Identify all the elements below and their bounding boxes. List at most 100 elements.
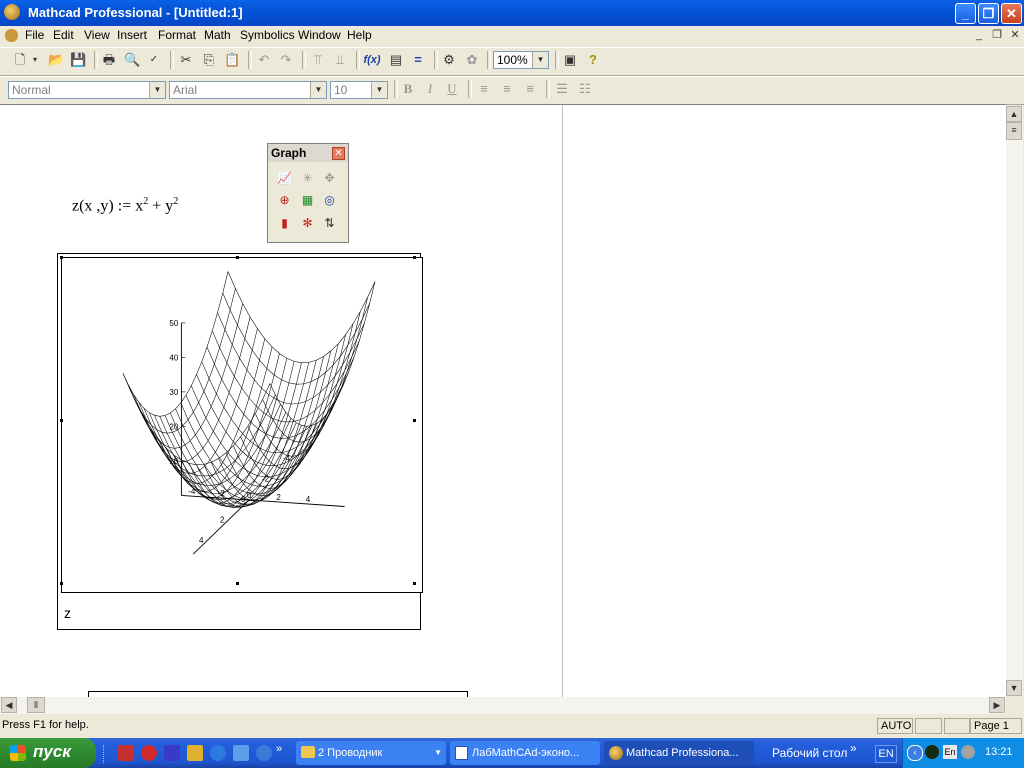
font-size-select[interactable]: 10 ▼ <box>330 81 388 99</box>
help-icon[interactable]: ? <box>585 52 601 68</box>
polar-surface-icon[interactable]: ⊕ <box>275 191 294 210</box>
start-button[interactable]: пуск <box>0 738 96 768</box>
keyboard-layout-icon[interactable]: En <box>943 745 957 759</box>
menu-edit[interactable]: Edit <box>53 28 74 42</box>
open-folder-icon[interactable]: 📂 <box>48 52 64 68</box>
surface-plot-icon[interactable]: ▦ <box>298 191 317 210</box>
resize-handle[interactable] <box>60 256 63 259</box>
edit-tool-icon[interactable] <box>187 745 203 761</box>
style-select[interactable]: Normal ▼ <box>8 81 166 99</box>
scatter-3d-icon[interactable]: ✻ <box>298 214 317 233</box>
font-dropdown-icon[interactable]: ▼ <box>310 82 326 98</box>
menu-window[interactable]: Window <box>298 28 341 42</box>
vertical-scroll-thumb[interactable]: ≡ <box>1006 122 1022 140</box>
acrobat-icon[interactable] <box>141 745 157 761</box>
clock[interactable]: 13:21 <box>985 746 1013 758</box>
language-indicator[interactable]: EN <box>875 745 897 763</box>
desktop-toolbar-label[interactable]: Рабочий стол <box>772 746 847 760</box>
resize-handle[interactable] <box>413 419 416 422</box>
zoom-plot-icon[interactable]: ✥ <box>320 169 339 188</box>
scroll-right-icon[interactable]: ▶ <box>989 697 1005 713</box>
task-word-document[interactable]: ЛабMathCAd-эконо... <box>450 741 600 765</box>
task-explorer[interactable]: 2 Проводник ▼ <box>296 741 446 765</box>
search-icon[interactable] <box>256 745 272 761</box>
doc-restore-button[interactable]: ❐ <box>990 29 1004 41</box>
align-down-icon[interactable]: ⫫ <box>332 52 348 68</box>
print-icon[interactable]: 🖶 <box>101 52 117 68</box>
minimize-button[interactable]: _ <box>955 3 976 24</box>
insert-function-button[interactable]: f(x) <box>362 52 382 68</box>
insert-unit-icon[interactable]: ▤ <box>388 52 404 68</box>
bold-button[interactable]: B <box>400 81 416 97</box>
calculate-icon[interactable]: = <box>410 52 426 68</box>
task-mathcad[interactable]: Mathcad Professiona... <box>604 741 754 765</box>
contour-plot-icon[interactable]: ◎ <box>320 191 339 210</box>
resize-handle[interactable] <box>60 419 63 422</box>
menu-view[interactable]: View <box>84 28 110 42</box>
undo-icon[interactable]: ↶ <box>256 52 272 68</box>
numbering-icon[interactable]: ☷ <box>577 81 593 97</box>
plot-function-label[interactable]: z <box>64 605 71 621</box>
doc-control-icon[interactable] <box>5 29 18 42</box>
vertical-scrollbar[interactable]: ▲ ≡ ▼ <box>1006 106 1023 696</box>
surface-plot-region[interactable]: 50 40 30 20 10 4 2 0 -2 -4 -4 -2 0 2 4 <box>57 253 423 630</box>
scroll-down-icon[interactable]: ▼ <box>1006 680 1022 696</box>
polar-plot-icon[interactable]: ✳ <box>298 169 317 188</box>
antivirus-bug-icon[interactable] <box>925 745 939 759</box>
resize-handle[interactable] <box>236 582 239 585</box>
mathcad-app-icon[interactable] <box>4 4 20 20</box>
align-right-icon[interactable]: ≡ <box>522 81 538 97</box>
print-preview-icon[interactable]: 🔍 <box>124 52 140 68</box>
task-group-chevron-icon[interactable]: ▼ <box>434 741 442 765</box>
align-center-icon[interactable]: ≡ <box>499 81 515 97</box>
align-left-icon[interactable]: ≡ <box>476 81 492 97</box>
graph-palette[interactable]: Graph ✕ 📈 ✳ ✥ ⊕ ▦ ◎ ▮ ✻ ⇅ <box>267 143 349 243</box>
resize-handle[interactable] <box>236 256 239 259</box>
new-document-icon[interactable]: 🗋 <box>12 52 28 68</box>
copy-icon[interactable]: ⎘ <box>201 52 217 68</box>
restore-button[interactable]: ❐ <box>978 3 999 24</box>
desktop-more-chevron-icon[interactable]: » <box>850 741 857 755</box>
menu-file[interactable]: File <box>25 28 44 42</box>
scroll-up-icon[interactable]: ▲ <box>1006 106 1022 122</box>
align-across-icon[interactable]: ⫪ <box>310 52 326 68</box>
resize-handle[interactable] <box>413 256 416 259</box>
style-dropdown-icon[interactable]: ▼ <box>149 82 165 98</box>
resize-handle[interactable] <box>413 582 416 585</box>
quicklaunch-more-chevron-icon[interactable]: » <box>276 743 282 755</box>
zoom-select[interactable]: 100% ▼ <box>493 51 549 69</box>
menu-help[interactable]: Help <box>347 28 372 42</box>
resize-handle[interactable] <box>60 582 63 585</box>
volume-icon[interactable] <box>961 745 975 759</box>
menu-insert[interactable]: Insert <box>117 28 147 42</box>
menu-format[interactable]: Format <box>158 28 196 42</box>
bar-3d-icon[interactable]: ▮ <box>275 214 294 233</box>
media-player-icon[interactable] <box>118 745 134 761</box>
doc-minimize-button[interactable]: _ <box>972 29 986 41</box>
menu-symbolics[interactable]: Symbolics <box>240 28 295 42</box>
vector-field-icon[interactable]: ⇅ <box>320 214 339 233</box>
horizontal-scrollbar[interactable]: ◀ ⦀ ▶ <box>0 697 1006 714</box>
tray-expand-chevron-icon[interactable]: ‹ <box>907 745 923 761</box>
underline-button[interactable]: U <box>444 81 460 97</box>
close-button[interactable]: ✕ <box>1001 3 1022 24</box>
resources-icon[interactable]: ✿ <box>464 52 480 68</box>
resource-center-icon[interactable]: ▣ <box>562 52 578 68</box>
menu-math[interactable]: Math <box>204 28 231 42</box>
insert-component-icon[interactable]: ⚙ <box>441 52 457 68</box>
zoom-dropdown-icon[interactable]: ▼ <box>532 52 548 68</box>
redo-icon[interactable]: ↷ <box>278 52 294 68</box>
graph-palette-close-button[interactable]: ✕ <box>332 147 345 160</box>
save-icon[interactable]: 💾 <box>70 52 86 68</box>
browser-icon[interactable] <box>233 745 249 761</box>
cut-icon[interactable]: ✂ <box>178 52 194 68</box>
function-definition[interactable]: z(x ,y) := x2 + y2 <box>72 196 178 215</box>
italic-button[interactable]: I <box>422 81 438 97</box>
internet-explorer-icon[interactable] <box>210 745 226 761</box>
scroll-left-icon[interactable]: ◀ <box>1 697 17 713</box>
font-select[interactable]: Arial ▼ <box>169 81 327 99</box>
doc-close-button[interactable]: ✕ <box>1008 29 1022 41</box>
spell-check-icon[interactable]: ✓ <box>146 52 162 68</box>
disk-icon[interactable] <box>164 745 180 761</box>
horizontal-scroll-thumb[interactable]: ⦀ <box>27 697 45 713</box>
